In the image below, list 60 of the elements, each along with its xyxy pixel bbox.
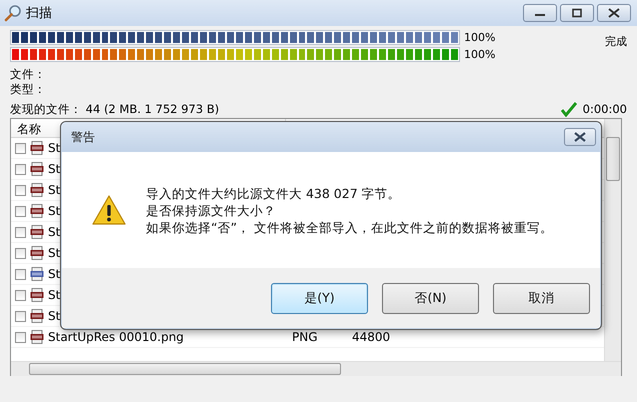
row-checkbox[interactable] bbox=[15, 310, 26, 322]
row-checkbox[interactable] bbox=[15, 142, 26, 154]
message-text: 是否保持源文件大小？ bbox=[146, 202, 277, 218]
file-name: St bbox=[48, 309, 60, 323]
dialog-button[interactable]: 取消 bbox=[493, 282, 590, 314]
minimize-button[interactable] bbox=[523, 4, 557, 22]
file-type: PNG bbox=[292, 330, 319, 344]
found-files-text: 发现的文件： 44 (2 MB. 1 752 973 B) bbox=[10, 102, 220, 116]
progress-percent: 100% bbox=[464, 48, 496, 60]
row-checkbox[interactable] bbox=[15, 248, 26, 258]
file-name: St bbox=[48, 141, 60, 155]
warning-icon bbox=[92, 195, 126, 225]
progress-percent: 100% bbox=[464, 30, 496, 44]
png-file-icon bbox=[30, 162, 44, 176]
row-checkbox[interactable] bbox=[15, 206, 26, 216]
close-button[interactable] bbox=[597, 4, 631, 22]
field-label: 类型： bbox=[10, 82, 47, 97]
window-title: 扫描 bbox=[26, 5, 52, 22]
column-header[interactable]: 名称 bbox=[17, 122, 41, 136]
dialog-button[interactable]: 否(N) bbox=[382, 282, 479, 314]
file-name: St bbox=[48, 267, 60, 281]
file-name: StartUpRes 00010.png bbox=[48, 330, 184, 344]
magnifier-icon bbox=[4, 4, 22, 22]
vertical-scrollbar[interactable] bbox=[604, 119, 621, 361]
file-name: St bbox=[48, 162, 60, 176]
maximize-icon bbox=[570, 8, 584, 18]
status-text: 完成 bbox=[605, 34, 627, 50]
png-file-icon bbox=[30, 141, 44, 155]
field-label: 文件： bbox=[10, 67, 47, 82]
png-file-icon bbox=[30, 225, 44, 239]
png-file-icon bbox=[30, 330, 44, 344]
message-text: 导入的文件大约比源文件大 438 027 字节。 bbox=[146, 184, 402, 202]
row-checkbox[interactable] bbox=[15, 290, 26, 300]
maximize-button[interactable] bbox=[560, 4, 594, 22]
checkmark-icon bbox=[560, 102, 577, 116]
dialog-button[interactable]: 是(Y) bbox=[271, 282, 368, 314]
row-checkbox[interactable] bbox=[15, 268, 26, 280]
row-checkbox[interactable] bbox=[15, 184, 26, 196]
row-checkbox[interactable] bbox=[15, 164, 26, 174]
file-name: St bbox=[48, 183, 60, 197]
row-checkbox[interactable] bbox=[15, 226, 26, 238]
file-name: St bbox=[48, 288, 60, 302]
png-file-icon bbox=[30, 246, 44, 260]
png-file-icon bbox=[30, 183, 44, 197]
close-icon bbox=[574, 132, 586, 142]
row-checkbox[interactable] bbox=[15, 332, 26, 342]
close-icon bbox=[607, 8, 621, 18]
table-cell: 44800 bbox=[352, 330, 390, 344]
elapsed-time: 0:00:00 bbox=[582, 102, 627, 116]
close-button[interactable] bbox=[564, 128, 596, 146]
file-name: St bbox=[48, 204, 60, 218]
dialog-title: 警告 bbox=[71, 128, 95, 146]
png-file-icon bbox=[30, 309, 44, 323]
png-file-icon bbox=[30, 204, 44, 218]
png-file-icon bbox=[30, 288, 44, 302]
file-name: St bbox=[48, 246, 60, 260]
horizontal-scrollbar[interactable] bbox=[11, 361, 621, 376]
bitmap-file-icon bbox=[30, 267, 44, 281]
message-text: 如果你选择“否”， 文件将被全部导入，在此文件之前的数据将被重写。 bbox=[146, 218, 553, 236]
file-name: St bbox=[48, 225, 60, 239]
